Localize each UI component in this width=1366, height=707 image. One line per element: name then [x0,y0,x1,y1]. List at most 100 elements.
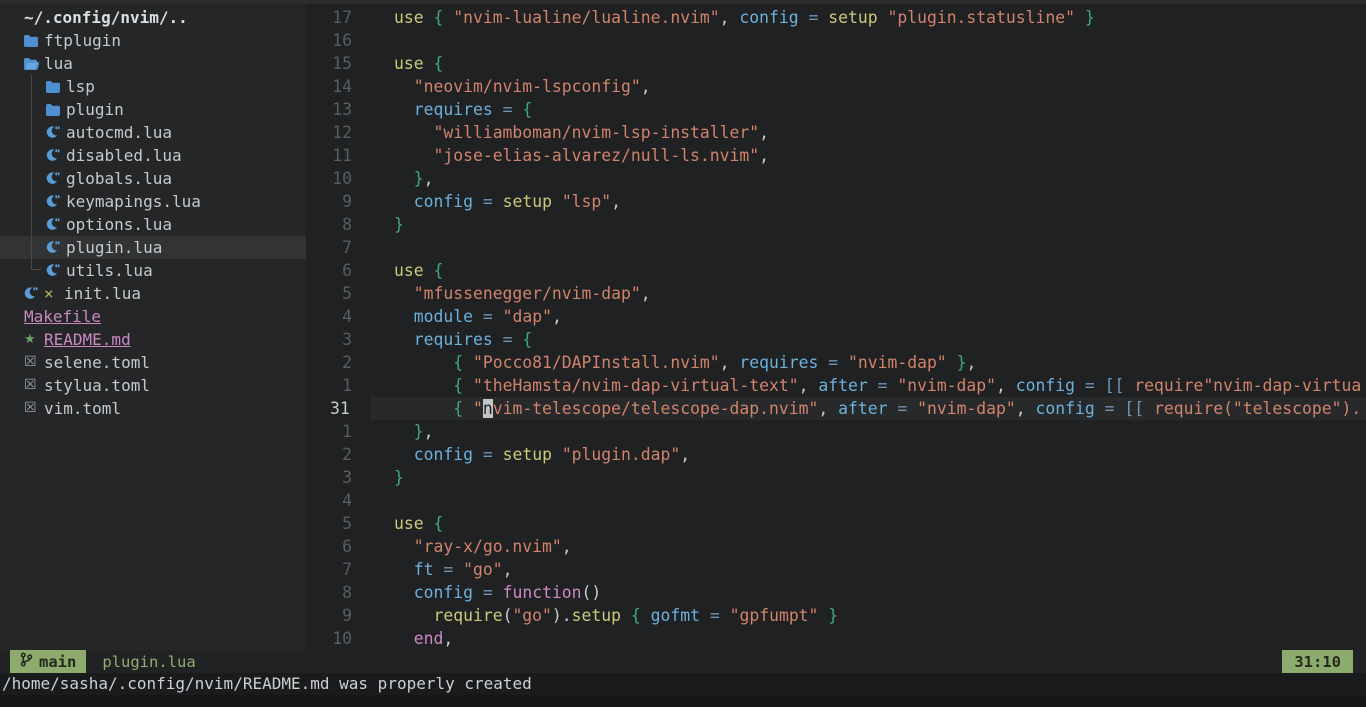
tree-item-plugin[interactable]: plugin [0,98,306,121]
tree-item-label: ftplugin [44,29,121,52]
folder-icon [24,35,44,47]
star-icon: ★ [24,328,44,351]
file-explorer: ~/.config/nvim/.. ftpluginlualsppluginau… [0,4,306,650]
main-row: ~/.config/nvim/.. ftpluginlualsppluginau… [0,4,1366,650]
line-text: config = function() [370,581,1366,604]
code-line[interactable]: 2 config = setup "plugin.dap", [306,443,1366,466]
line-text: use { [370,52,1366,75]
line-number: 13 [306,98,352,121]
code-line[interactable]: 8} [306,213,1366,236]
tree-item-label: plugin [66,98,124,121]
lua-icon [46,149,66,163]
line-text: }, [370,167,1366,190]
line-number: 1 [306,420,352,443]
code-line[interactable]: 10 end, [306,627,1366,650]
code-line[interactable]: 7 ft = "go", [306,558,1366,581]
line-text: "ray-x/go.nvim", [370,535,1366,558]
line-text: require("go").setup { gofmt = "gpfumpt" … [370,604,1366,627]
code-line[interactable]: 4 module = "dap", [306,305,1366,328]
line-text: } [370,213,1366,236]
code-line[interactable]: 3 requires = { [306,328,1366,351]
tree-item-init-lua[interactable]: ×init.lua [0,282,306,305]
line-number: 3 [306,466,352,489]
tree-item-disabled-lua[interactable]: disabled.lua [0,144,306,167]
line-text: use { [370,259,1366,282]
tree-item-makefile[interactable]: Makefile [0,305,306,328]
code-line[interactable]: 14 "neovim/nvim-lspconfig", [306,75,1366,98]
lua-icon [46,172,66,186]
code-line[interactable]: 3} [306,466,1366,489]
tree-item-ftplugin[interactable]: ftplugin [0,29,306,52]
line-text: requires = { [370,98,1366,121]
line-text: "neovim/nvim-lspconfig", [370,75,1366,98]
code-line[interactable]: 13 requires = { [306,98,1366,121]
code-line[interactable]: 7 [306,236,1366,259]
tree-item-keymapings-lua[interactable]: keymapings.lua [0,190,306,213]
code-line[interactable]: 12 "williamboman/nvim-lsp-installer", [306,121,1366,144]
line-text: "jose-elias-alvarez/null-ls.nvim", [370,144,1366,167]
line-number: 8 [306,213,352,236]
lua-icon [46,264,66,278]
tree-item-label: lsp [66,75,95,98]
line-text: module = "dap", [370,305,1366,328]
editor-buffer[interactable]: 17use { "nvim-lualine/lualine.nvim", con… [306,4,1366,650]
tree-item-label: README.md [44,328,131,351]
line-text: config = setup "lsp", [370,190,1366,213]
tree-item-lua[interactable]: lua [0,52,306,75]
tree-item-selene-toml[interactable]: ☒selene.toml [0,351,306,374]
tree-item-stylua-toml[interactable]: ☒stylua.toml [0,374,306,397]
code-line[interactable]: 4 [306,489,1366,512]
tree-item-autocmd-lua[interactable]: autocmd.lua [0,121,306,144]
lua-icon [46,126,66,140]
code-line[interactable]: 6 "ray-x/go.nvim", [306,535,1366,558]
line-number: 6 [306,259,352,282]
line-text: config = setup "plugin.dap", [370,443,1366,466]
git-branch-icon [20,652,33,671]
code-line[interactable]: 6 use { [306,259,1366,282]
code-line[interactable]: 5 "mfussenegger/nvim-dap", [306,282,1366,305]
tree-item-utils-lua[interactable]: utils.lua [0,259,306,282]
folder-icon [46,81,66,93]
tree-item-options-lua[interactable]: options.lua [0,213,306,236]
tree-item-label: options.lua [66,213,172,236]
tree-item-label: selene.toml [44,351,150,374]
code-line[interactable]: 1 { "theHamsta/nvim-dap-virtual-text", a… [306,374,1366,397]
code-line[interactable]: 10 }, [306,167,1366,190]
tree-item-readme-md[interactable]: ★README.md [0,328,306,351]
line-number: 5 [306,512,352,535]
line-number: 2 [306,351,352,374]
code-line[interactable]: 11 "jose-elias-alvarez/null-ls.nvim", [306,144,1366,167]
code-line[interactable]: 9 config = setup "lsp", [306,190,1366,213]
code-line[interactable]: 2 { "Pocco81/DAPInstall.nvim", requires … [306,351,1366,374]
lua-icon [46,218,66,232]
folder-open-icon [24,58,44,70]
toml-icon: ☒ [24,397,44,420]
tree-item-globals-lua[interactable]: globals.lua [0,167,306,190]
code-line[interactable]: 16 [306,29,1366,52]
code-line[interactable]: 1 }, [306,420,1366,443]
git-branch-name: main [39,653,76,671]
code-line[interactable]: 8 config = function() [306,581,1366,604]
line-text: ft = "go", [370,558,1366,581]
lua-icon [46,195,66,209]
line-number: 31 [306,397,352,420]
line-number: 16 [306,29,352,52]
code-line[interactable]: 5use { [306,512,1366,535]
line-number: 17 [306,6,352,29]
toml-icon: ☒ [24,351,44,374]
toml-icon: ☒ [24,374,44,397]
tree-item-vim-toml[interactable]: ☒vim.toml [0,397,306,420]
lua-icon [46,241,66,255]
tree-item-lsp[interactable]: lsp [0,75,306,98]
lua-icon [24,287,44,301]
code-line[interactable]: 17use { "nvim-lualine/lualine.nvim", con… [306,6,1366,29]
code-line[interactable]: 15use { [306,52,1366,75]
code-line[interactable]: 9 require("go").setup { gofmt = "gpfumpt… [306,604,1366,627]
tree-item-plugin-lua[interactable]: plugin.lua [0,236,306,259]
folder-icon [46,104,66,116]
tree-indent-guide [31,75,32,270]
code-line-cursor[interactable]: 31 { "nvim-telescope/telescope-dap.nvim"… [306,397,1366,420]
tree-item-label: autocmd.lua [66,121,172,144]
line-number: 10 [306,627,352,650]
line-number: 14 [306,75,352,98]
